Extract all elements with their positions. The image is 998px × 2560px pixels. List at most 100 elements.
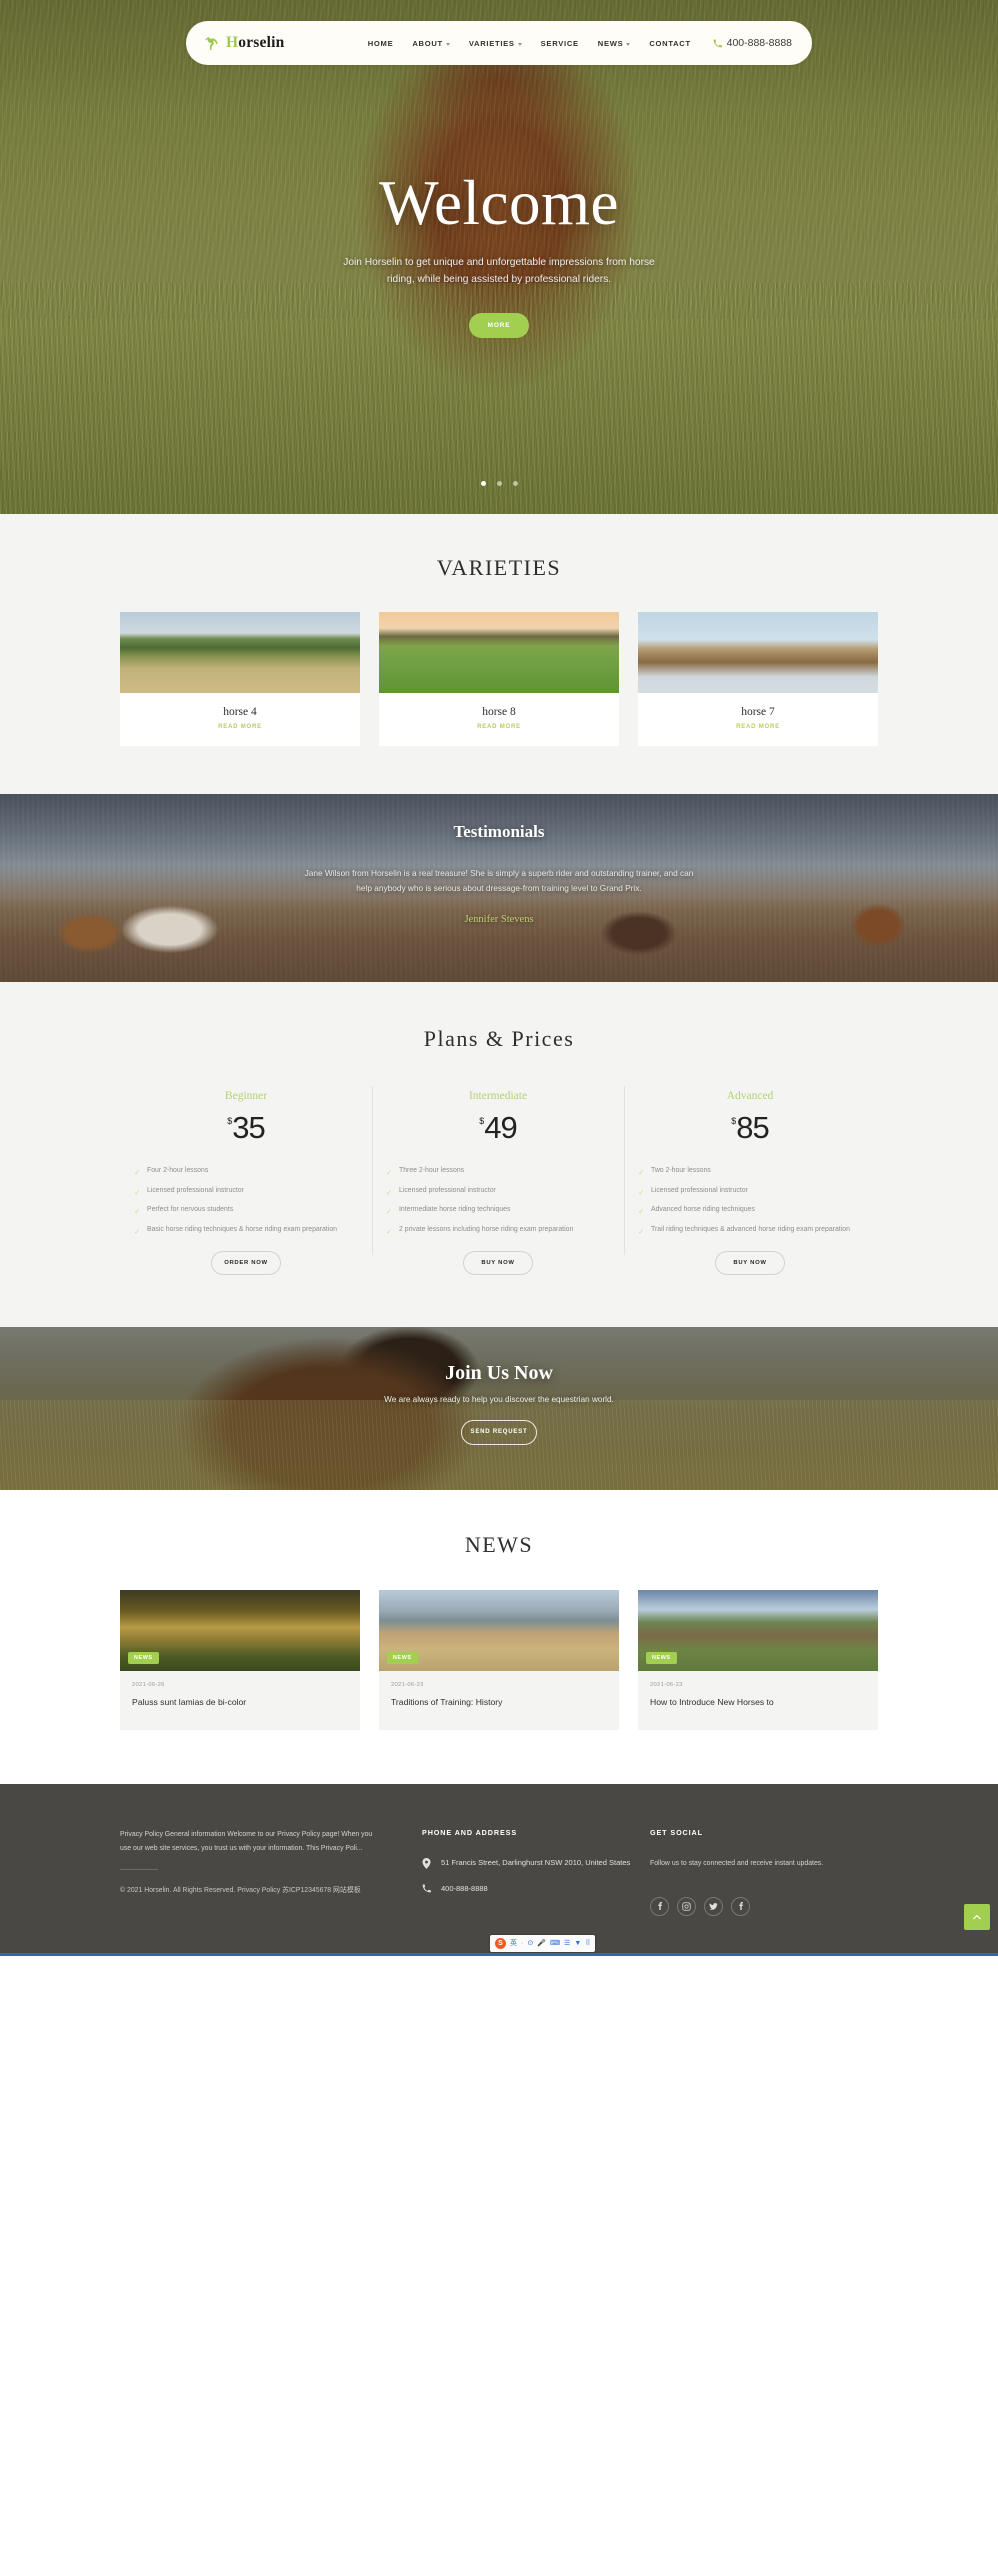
- variety-card[interactable]: horse 7 READ MORE: [638, 612, 878, 746]
- variety-card-image: [638, 612, 878, 693]
- facebook-alt-icon[interactable]: [731, 1896, 750, 1916]
- plan-feature-text: Trail riding techniques & advanced horse…: [651, 1226, 850, 1234]
- news-badge: NEWS: [387, 1651, 418, 1664]
- twitter-icon[interactable]: [704, 1896, 723, 1916]
- location-pin-icon: [422, 1857, 432, 1870]
- check-icon: ✓: [134, 1227, 141, 1237]
- news-card[interactable]: NEWS 2021-06-23 How to Introduce New Hor…: [638, 1589, 878, 1731]
- plan-feature-list: ✓ Three 2-hour lessons ✓ Licensed professi…: [386, 1166, 610, 1236]
- check-icon: ✓: [386, 1227, 393, 1237]
- nav-item-home[interactable]: HOME: [368, 39, 394, 48]
- news-card[interactable]: NEWS 2021-06-26 Paluss sunt lamias de bi…: [120, 1589, 360, 1731]
- plan-feature-text: Advanced horse riding techniques: [651, 1206, 755, 1214]
- plan-feature-text: Basic horse riding techniques & horse ri…: [147, 1226, 337, 1234]
- plan-feature: ✓ Two 2-hour lessons: [638, 1166, 862, 1177]
- plan-amount: 35: [232, 1110, 265, 1145]
- ime-tools-icon[interactable]: ▼: [574, 1940, 581, 1947]
- hero-title: Welcome: [379, 168, 619, 238]
- navbar-phone-link[interactable]: 400-888-8888: [713, 37, 792, 49]
- testimonial-quote: Jane Wilson from Horselin is a real trea…: [304, 868, 694, 894]
- footer-about-text: Privacy Policy General information Welco…: [120, 1831, 373, 1852]
- nav-label: CONTACT: [649, 38, 691, 48]
- ime-keyboard-icon[interactable]: ⌨: [550, 1940, 560, 1947]
- nav-item-contact[interactable]: CONTACT: [649, 39, 690, 48]
- ime-lang-icon[interactable]: 英: [510, 1940, 517, 1947]
- plan-feature-text: Intermediate horse riding techniques: [399, 1206, 511, 1214]
- brand-rest: orselin: [238, 34, 285, 52]
- nav-label: ABOUT: [412, 38, 443, 48]
- news-title: NEWS: [464, 1531, 534, 1557]
- check-icon: ✓: [386, 1207, 393, 1217]
- variety-read-more-link[interactable]: READ MORE: [638, 724, 878, 730]
- news-card[interactable]: NEWS 2021-06-23 Traditions of Training: …: [379, 1589, 619, 1731]
- plan-order-button[interactable]: ORDER NOW: [211, 1250, 281, 1275]
- variety-card-title: horse 7: [741, 706, 775, 718]
- chevron-down-icon: [517, 42, 522, 46]
- plan-buy-button[interactable]: BUY NOW: [715, 1250, 785, 1275]
- hero-more-button[interactable]: MORE: [469, 312, 529, 338]
- variety-card[interactable]: horse 8 READ MORE: [379, 612, 619, 746]
- scroll-to-top-button[interactable]: [964, 1903, 990, 1930]
- ime-toolbar[interactable]: S 英 · ⊙ 🎤 ⌨ ☰ ▼ ⠿: [490, 1934, 596, 1952]
- news-card-title[interactable]: Traditions of Training: History: [391, 1697, 607, 1709]
- nav-item-news[interactable]: NEWS: [598, 39, 631, 48]
- nav-label: SERVICE: [540, 38, 579, 48]
- news-card-title[interactable]: Paluss sunt lamias de bi-color: [132, 1697, 348, 1709]
- variety-card-title: horse 4: [223, 706, 257, 718]
- plan-feature: ✓ Intermediate horse riding techniques: [386, 1205, 610, 1216]
- variety-read-more-link[interactable]: READ MORE: [379, 724, 619, 730]
- plan-feature-text: Licensed professional instructor: [147, 1186, 244, 1194]
- slider-dot-1[interactable]: [480, 481, 486, 486]
- join-us-title: Join Us Now: [445, 1361, 553, 1384]
- plan-card-beginner: Beginner $35 ✓ Four 2-hour lessons ✓ Licen…: [120, 1090, 372, 1275]
- plan-card-intermediate: Intermediate $49 ✓ Three 2-hour lessons ✓…: [372, 1086, 624, 1275]
- news-card-title[interactable]: How to Introduce New Horses to: [650, 1697, 866, 1709]
- nav-item-service[interactable]: SERVICE: [541, 39, 579, 48]
- footer-address-row: 51 Francis Street, Darlinghurst NSW 2010…: [422, 1857, 650, 1870]
- check-icon: ✓: [638, 1227, 645, 1237]
- nav-item-about[interactable]: ABOUT: [412, 39, 450, 48]
- plans-title: Plans & Prices: [423, 1026, 575, 1051]
- plans-section: Plans & Prices Beginner $35 ✓ Four 2-hour…: [0, 982, 998, 1327]
- variety-card[interactable]: horse 4 READ MORE: [120, 612, 360, 746]
- footer-phone: 400-888-8888: [441, 1883, 488, 1893]
- join-us-section: Join Us Now We are always ready to help …: [0, 1326, 998, 1490]
- chevron-up-icon: [973, 1914, 981, 1920]
- plan-feature-text: Licensed professional instructor: [651, 1186, 748, 1194]
- hero-slider-dots: [0, 481, 998, 486]
- nav-menu: HOME ABOUT VARIETIES SERVICE NEWS CONTAC…: [346, 39, 713, 48]
- footer-phone-row[interactable]: 400-888-8888: [422, 1883, 650, 1895]
- variety-read-more-link[interactable]: READ MORE: [120, 724, 360, 730]
- news-card-date: 2021-06-23: [650, 1681, 683, 1688]
- footer-address: 51 Francis Street, Darlinghurst NSW 2010…: [441, 1858, 631, 1868]
- ime-mic-icon[interactable]: 🎤: [537, 1940, 546, 1947]
- check-icon: ✓: [386, 1187, 393, 1197]
- facebook-icon[interactable]: [650, 1896, 669, 1916]
- plan-feature-text: Three 2-hour lessons: [399, 1167, 465, 1174]
- page-root: Horselin HOME ABOUT VARIETIES SERVICE NE…: [0, 0, 998, 1956]
- slider-dot-2[interactable]: [496, 481, 502, 486]
- footer-divider: [120, 1868, 158, 1870]
- hero-section: Horselin HOME ABOUT VARIETIES SERVICE NE…: [0, 0, 998, 514]
- nav-label: VARIETIES: [468, 38, 515, 48]
- plan-buy-button[interactable]: BUY NOW: [463, 1250, 533, 1275]
- ime-clock-icon[interactable]: ⊙: [527, 1940, 533, 1947]
- check-icon: ✓: [638, 1207, 645, 1217]
- news-card-date: 2021-06-23: [391, 1681, 424, 1688]
- instagram-icon[interactable]: [677, 1896, 696, 1916]
- ime-menu-icon[interactable]: ☰: [564, 1940, 570, 1947]
- brand-logo[interactable]: Horselin: [204, 35, 346, 52]
- plan-feature-text: Two 2-hour lessons: [651, 1167, 711, 1174]
- nav-label: NEWS: [597, 38, 624, 48]
- plan-feature: ✓ Four 2-hour lessons: [134, 1166, 358, 1177]
- news-section: NEWS NEWS 2021-06-26 Paluss sunt lamias …: [0, 1489, 998, 1785]
- ime-grid-icon[interactable]: ⠿: [585, 1940, 590, 1947]
- variety-card-title: horse 8: [482, 706, 516, 718]
- ime-punct-icon[interactable]: ·: [521, 1940, 523, 1947]
- nav-item-varieties[interactable]: VARIETIES: [469, 39, 522, 48]
- check-icon: ✓: [638, 1168, 645, 1177]
- slider-dot-3[interactable]: [512, 481, 518, 486]
- check-icon: ✓: [386, 1168, 393, 1177]
- send-request-button[interactable]: SEND REQUEST: [461, 1419, 537, 1445]
- plan-feature: ✓ 2 private lessons including horse ridin…: [386, 1225, 610, 1236]
